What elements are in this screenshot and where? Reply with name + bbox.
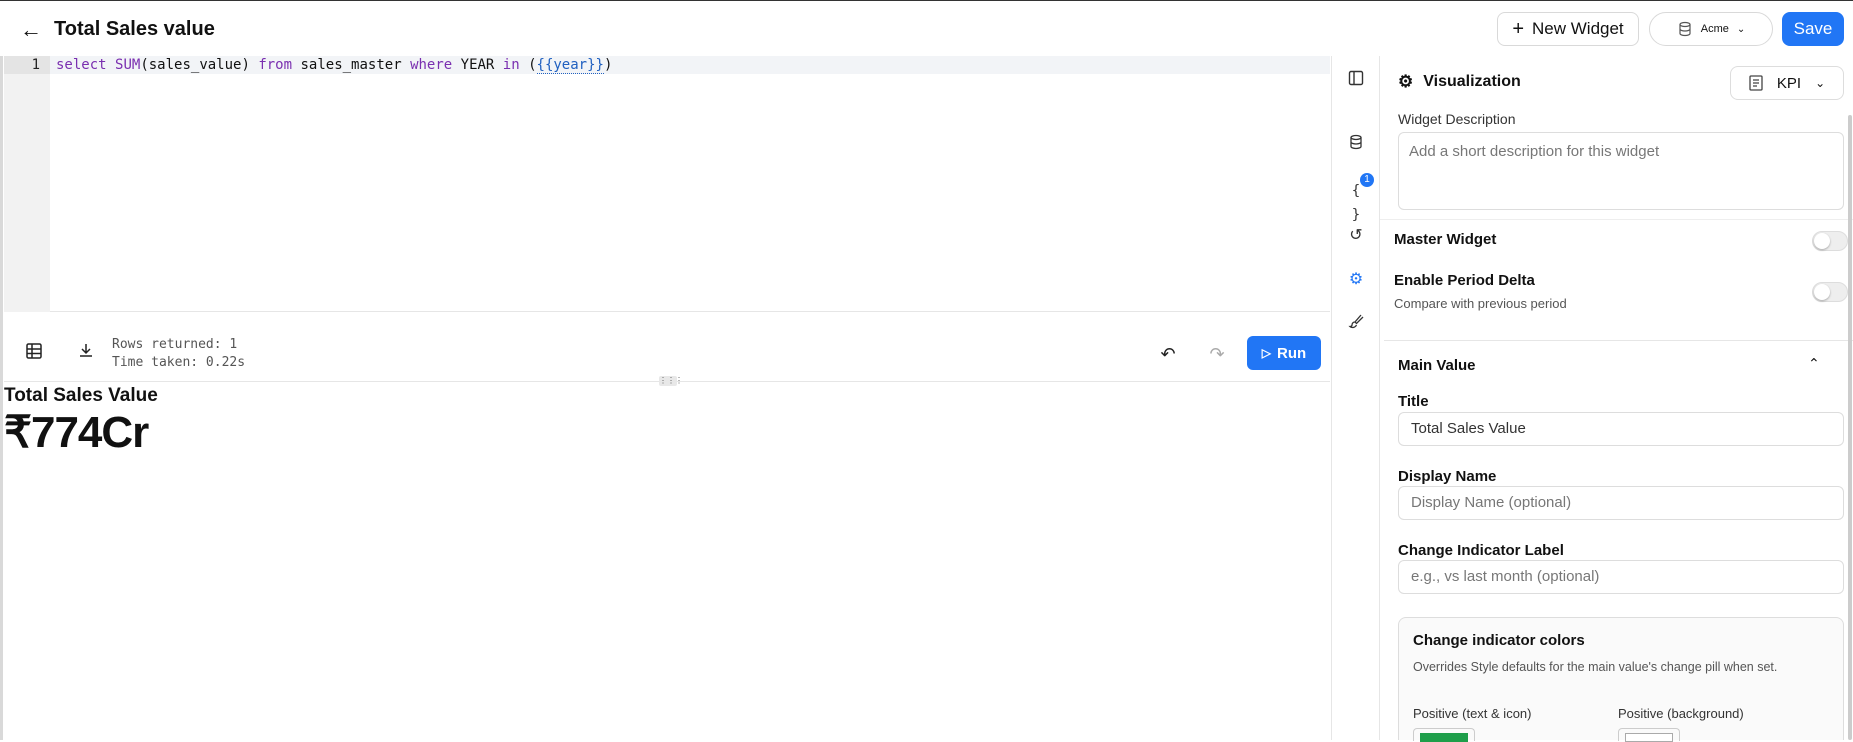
main-value-heading: Main Value (1398, 357, 1476, 374)
kw-where: where (410, 57, 453, 73)
code-line[interactable]: select SUM(sales_value) from sales_maste… (50, 56, 1330, 74)
chevron-down-icon: ⌄ (1815, 76, 1826, 90)
top-bar: ← Total Sales value + New Widget Acme ⌄ … (0, 0, 1853, 56)
type-label: KPI (1776, 74, 1802, 92)
result-toolbar: Rows returned: 1 Time taken: 0.22s ↶ ↷ ▷… (4, 326, 1330, 382)
icon-rail: { } 1 ↺ ⚙ (1331, 56, 1379, 740)
database-icon (1679, 21, 1691, 37)
title-label: Title (1398, 393, 1429, 410)
datasource-label: Acme (1700, 23, 1729, 35)
save-button[interactable]: Save (1782, 12, 1844, 46)
widget-description-input[interactable]: Add a short description for this widget (1398, 132, 1844, 210)
kw-from: from (258, 57, 293, 73)
kpi-value: ₹774Cr (4, 408, 149, 457)
panel-scrollbar[interactable] (1848, 115, 1852, 740)
new-widget-button[interactable]: + New Widget (1497, 12, 1639, 46)
run-button[interactable]: ▷ Run (1247, 336, 1321, 370)
period-delta-sub: Compare with previous period (1394, 296, 1567, 311)
sum-args: (sales_value) (140, 57, 259, 73)
positive-text-label: Positive (text & icon) (1413, 706, 1532, 721)
divider (1380, 219, 1853, 220)
display-name-input[interactable]: Display Name (optional) (1398, 486, 1844, 520)
change-indicator-input[interactable]: e.g., vs last month (optional) (1398, 560, 1844, 594)
rows-returned: Rows returned: 1 (112, 337, 238, 352)
plus-icon: + (1512, 17, 1525, 40)
table-name: sales_master (292, 57, 411, 73)
fn-sum: SUM (115, 57, 141, 73)
kw-select: select (56, 57, 107, 73)
brush-icon[interactable] (1344, 313, 1368, 337)
line-number: 1 (4, 56, 50, 74)
widget-description-label: Widget Description (1398, 111, 1516, 127)
master-widget-toggle[interactable] (1812, 231, 1848, 251)
visualization-type-select[interactable]: KPI ⌄ (1730, 66, 1844, 100)
panel-heading: Visualization (1423, 73, 1521, 90)
period-delta-toggle[interactable] (1812, 282, 1848, 302)
positive-text-color (1420, 733, 1468, 742)
download-icon[interactable] (74, 342, 98, 366)
template-param[interactable]: {{year}} (536, 57, 604, 74)
period-delta-label: Enable Period Delta (1394, 272, 1535, 289)
paren-close: ) (603, 57, 613, 73)
history-icon[interactable]: ↺ (1344, 224, 1368, 248)
visualization-header: ⚙ Visualization (1398, 72, 1521, 92)
new-widget-label: New Widget (1532, 19, 1624, 38)
page-title: Total Sales value (54, 18, 215, 40)
positive-bg-swatch[interactable] (1618, 728, 1680, 742)
sidebar-toggle-icon[interactable] (1344, 70, 1368, 94)
title-input[interactable]: Total Sales Value (1398, 412, 1844, 446)
display-name-label: Display Name (1398, 468, 1497, 485)
time-taken: Time taken: 0.22s (112, 355, 246, 370)
positive-bg-label: Positive (background) (1618, 706, 1744, 721)
kw-in: in (502, 57, 520, 73)
datasource-select[interactable]: Acme ⌄ (1649, 12, 1773, 46)
left-edge (0, 56, 3, 740)
master-widget-label: Master Widget (1394, 231, 1497, 248)
document-icon (1749, 75, 1763, 91)
params-badge: 1 (1360, 173, 1374, 187)
chevron-up-icon[interactable]: ⌄ (1808, 354, 1820, 371)
back-arrow-icon[interactable]: ← (20, 17, 46, 43)
paren-open: ( (519, 57, 537, 73)
positive-bg-color (1625, 733, 1673, 742)
run-label: Run (1277, 344, 1307, 362)
editor-gutter (4, 56, 50, 312)
database-icon[interactable] (1344, 134, 1368, 158)
kpi-title: Total Sales Value (4, 385, 158, 406)
play-icon: ▷ (1261, 346, 1272, 360)
sql-editor[interactable]: 1 select SUM(sales_value) from sales_mas… (4, 56, 1330, 312)
table-icon[interactable] (22, 342, 46, 366)
redo-icon[interactable]: ↷ (1205, 342, 1229, 366)
gear-icon: ⚙ (1398, 72, 1414, 91)
gear-icon[interactable]: ⚙ (1344, 268, 1368, 292)
change-colors-heading: Change indicator colors (1413, 632, 1585, 649)
chevron-down-icon: ⌄ (1736, 23, 1746, 35)
undo-icon[interactable]: ↶ (1156, 342, 1180, 366)
query-meta: Rows returned: 1 Time taken: 0.22s (112, 336, 245, 372)
column-name: YEAR (452, 57, 503, 73)
positive-text-swatch[interactable] (1413, 728, 1475, 742)
change-colors-sub: Overrides Style defaults for the main va… (1413, 660, 1778, 674)
change-colors-card: Change indicator colors Overrides Style … (1398, 617, 1844, 742)
settings-panel: ⚙ Visualization KPI ⌄ Widget Description… (1379, 56, 1853, 742)
resize-handle[interactable]: ⋮⋮⋮ (659, 376, 683, 386)
change-indicator-label: Change Indicator Label (1398, 542, 1564, 559)
